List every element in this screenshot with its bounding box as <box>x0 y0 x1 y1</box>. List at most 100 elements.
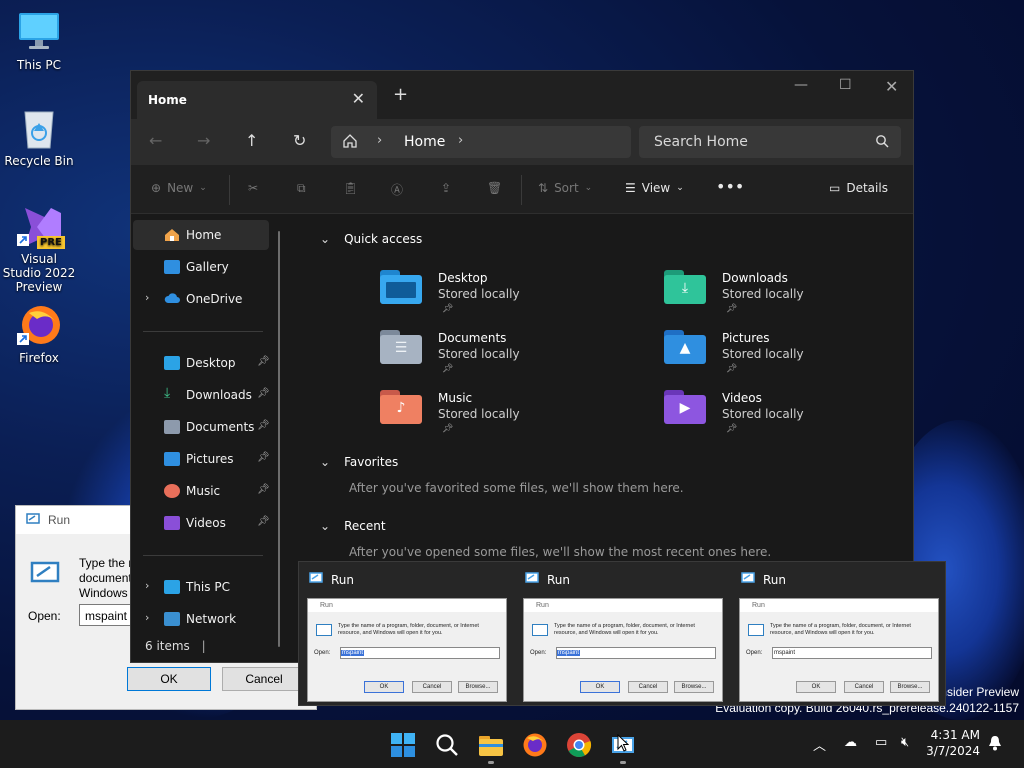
pin-icon[interactable]: 📌︎ <box>257 420 270 431</box>
folder-location: Stored locally <box>438 347 520 361</box>
music-folder-icon: ♪ <box>380 390 424 426</box>
chevron-right-icon[interactable]: › <box>145 291 149 304</box>
preview-cancel-button: Cancel <box>412 681 452 693</box>
chevron-right-icon[interactable]: › <box>145 579 149 592</box>
chevron-down-icon[interactable]: ⌄ <box>320 455 330 469</box>
section-favorites[interactable]: ⌄ Favorites <box>320 455 398 469</box>
view-button[interactable]: ☰ View ⌄ <box>625 181 684 195</box>
chevron-down-icon[interactable]: ⌄ <box>320 232 330 246</box>
close-tab-icon[interactable]: ✕ <box>352 89 365 108</box>
delete-icon[interactable]: 🗑︎ <box>487 181 502 195</box>
sidebar-item-this-pc[interactable]: › This PC <box>133 572 269 602</box>
sidebar-scrollbar[interactable] <box>278 231 280 647</box>
preview-open-label: Open: <box>530 650 547 656</box>
breadcrumb-home[interactable]: Home <box>404 134 445 150</box>
sidebar-item-home[interactable]: Home <box>133 220 269 250</box>
chevron-right-icon[interactable]: › <box>145 611 149 624</box>
copy-icon[interactable]: ⧉ <box>297 181 306 196</box>
quick-access-downloads[interactable]: ⤓ Downloads Stored locally 📌︎ <box>664 270 924 326</box>
close-window-icon[interactable]: ✕ <box>885 77 898 96</box>
pin-icon[interactable]: 📌︎ <box>257 516 270 527</box>
firefox-taskbar-button[interactable] <box>522 732 548 758</box>
ok-button[interactable]: OK <box>127 667 211 691</box>
divider <box>229 175 230 205</box>
section-quick-access[interactable]: ⌄ Quick access <box>320 232 422 246</box>
pin-icon[interactable]: 📌︎ <box>257 452 270 463</box>
recycle-bin-icon <box>17 106 61 150</box>
chevron-down-icon[interactable]: ⌄ <box>320 519 330 533</box>
share-icon[interactable]: ⇪ <box>441 181 451 195</box>
videos-folder-icon: ▶ <box>664 390 708 426</box>
start-button[interactable] <box>390 732 416 758</box>
desktop-icon-this-pc[interactable]: This PC <box>2 10 76 72</box>
preview-open-value: mspaint <box>341 650 365 656</box>
folder-location: Stored locally <box>438 407 520 421</box>
details-button[interactable]: ▭ Details <box>829 181 888 195</box>
rename-icon[interactable]: Ⓐ <box>391 181 403 198</box>
sort-button[interactable]: ⇅ Sort ⌄ <box>538 181 592 195</box>
clock[interactable]: 4:31 AM 3/7/2024 <box>922 727 980 759</box>
tab-home[interactable]: Home ✕ <box>137 81 377 119</box>
address-bar[interactable]: › Home › <box>331 126 631 158</box>
preview-title: Run <box>740 599 938 612</box>
sidebar-item-onedrive[interactable]: › OneDrive <box>133 284 269 314</box>
window-thumbnail[interactable]: Run Run Type the name of a program, fold… <box>299 562 515 707</box>
window-thumbnail[interactable]: Run Run Type the name of a program, fold… <box>731 562 947 707</box>
favorites-empty-hint: After you've favorited some files, we'll… <box>349 481 684 495</box>
desktop-icon-label: Firefox <box>19 351 59 365</box>
up-icon[interactable]: ↑ <box>245 131 258 150</box>
chevron-right-icon[interactable]: › <box>458 133 463 148</box>
pin-icon[interactable]: 📌︎ <box>257 388 270 399</box>
more-options-icon[interactable]: ••• <box>716 177 744 196</box>
onedrive-offline-icon[interactable]: ☁︎ <box>844 735 857 750</box>
show-hidden-icons-icon[interactable]: ︿ <box>813 735 826 754</box>
sidebar-item-music[interactable]: Music 📌︎ <box>133 476 270 506</box>
run-app-icon <box>309 572 323 587</box>
file-explorer-taskbar-button[interactable] <box>478 732 504 758</box>
folder-location: Stored locally <box>722 347 804 361</box>
network-icon[interactable]: ▭ <box>875 735 887 750</box>
search-button[interactable] <box>434 732 460 758</box>
new-tab-button[interactable]: + <box>393 84 408 105</box>
status-text: 6 items <box>145 639 190 653</box>
search-input[interactable]: Search Home <box>639 126 901 158</box>
preview-browse-button: Browse... <box>458 681 498 693</box>
quick-access-desktop[interactable]: Desktop Stored locally 📌︎ <box>380 270 640 326</box>
firefox-icon <box>17 303 61 347</box>
section-recent[interactable]: ⌄ Recent <box>320 519 386 533</box>
sidebar-item-downloads[interactable]: ⤓ Downloads 📌︎ <box>133 380 270 410</box>
folder-location: Stored locally <box>722 287 804 301</box>
window-thumbnail[interactable]: Run Run Type the name of a program, fold… <box>515 562 731 707</box>
sidebar-item-pictures[interactable]: Pictures 📌︎ <box>133 444 270 474</box>
sidebar-item-documents[interactable]: Documents 📌︎ <box>133 412 270 442</box>
paste-icon[interactable]: 📋︎ <box>343 181 358 195</box>
back-icon[interactable]: ← <box>149 131 162 150</box>
quick-access-documents[interactable]: ☰ Documents Stored locally 📌︎ <box>380 330 640 386</box>
cancel-button[interactable]: Cancel <box>222 667 306 691</box>
forward-icon[interactable]: → <box>197 131 210 150</box>
sidebar-item-videos[interactable]: Videos 📌︎ <box>133 508 270 538</box>
pin-icon[interactable]: 📌︎ <box>257 484 270 495</box>
chrome-taskbar-button[interactable] <box>566 732 592 758</box>
pin-icon[interactable]: 📌︎ <box>257 356 270 367</box>
music-icon <box>164 484 180 498</box>
cut-icon[interactable]: ✂ <box>248 181 258 195</box>
quick-access-music[interactable]: ♪ Music Stored locally 📌︎ <box>380 390 640 446</box>
maximize-icon[interactable]: ☐ <box>839 77 852 93</box>
desktop-icon-firefox[interactable]: Firefox <box>2 303 76 365</box>
minimize-icon[interactable]: — <box>794 77 808 93</box>
quick-access-videos[interactable]: ▶ Videos Stored locally 📌︎ <box>664 390 924 446</box>
visual-studio-icon: PRE <box>17 204 65 249</box>
quick-access-pictures[interactable]: ▲ Pictures Stored locally 📌︎ <box>664 330 924 386</box>
chevron-down-icon: ⌄ <box>676 183 684 193</box>
desktop-icon-visual-studio[interactable]: PRE Visual Studio 2022 Preview <box>2 204 76 294</box>
desktop-icon-recycle-bin[interactable]: Recycle Bin <box>2 106 76 168</box>
sidebar-item-network[interactable]: › Network <box>133 604 269 634</box>
sidebar-item-desktop[interactable]: Desktop 📌︎ <box>133 348 270 378</box>
preview-description: Type the name of a program, folder, docu… <box>554 623 695 636</box>
sidebar-item-gallery[interactable]: Gallery <box>133 252 269 282</box>
volume-muted-icon[interactable]: 🔇︎ <box>901 735 909 750</box>
refresh-icon[interactable]: ↻ <box>293 131 306 150</box>
notifications-bell-icon[interactable] <box>988 735 1002 755</box>
new-button[interactable]: ⊕ New ⌄ <box>151 181 207 195</box>
